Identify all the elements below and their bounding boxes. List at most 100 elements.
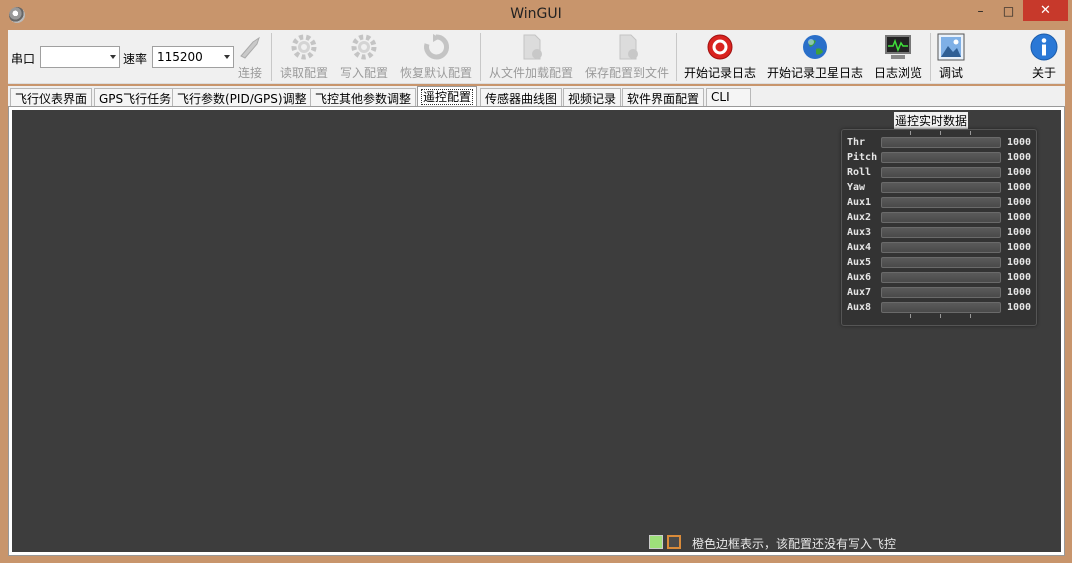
rc-channel-row: Aux6 1000: [847, 270, 1037, 285]
minimize-button[interactable]: –: [967, 0, 994, 21]
rc-channel-bar: [881, 242, 1001, 253]
rc-channel-name: Aux1: [847, 197, 872, 208]
save-to-file-button[interactable]: 保存配置到文件: [581, 32, 673, 84]
rc-channel-bar: [881, 167, 1001, 178]
tab-other-params[interactable]: 飞控其他参数调整: [310, 88, 417, 106]
rc-channel-bar: [881, 152, 1001, 163]
rc-realtime-box: Thr 1000 Pitch 1000 Roll 1000 Yaw 1000 Aux1 1000 A…: [841, 129, 1037, 326]
rc-channel-value: 1000: [1007, 272, 1032, 283]
rc-channel-bar: [881, 212, 1001, 223]
log-browse-button[interactable]: 日志浏览: [870, 32, 926, 84]
rc-channel-bar: [881, 227, 1001, 238]
toolbar-divider: [676, 33, 677, 81]
rc-channel-bar: [881, 272, 1001, 283]
rc-channel-name: Thr: [847, 137, 866, 148]
port-select[interactable]: [40, 46, 120, 68]
rc-channel-row: Aux1 1000: [847, 195, 1037, 210]
rc-channel-row: Yaw 1000: [847, 180, 1037, 195]
restore-default-button[interactable]: 恢复默认配置: [396, 32, 476, 84]
rc-channel-row: Aux5 1000: [847, 255, 1037, 270]
window-title: WinGUI: [510, 6, 562, 22]
about-label: 关于: [1031, 66, 1056, 80]
document-icon: [523, 34, 542, 60]
rc-realtime-title: 遥控实时数据: [894, 112, 968, 129]
rc-channel-row: Aux4 1000: [847, 240, 1037, 255]
rc-channel-row: Aux2 1000: [847, 210, 1037, 225]
rc-channel-value: 1000: [1007, 167, 1032, 178]
rc-channel-name: Roll: [847, 167, 872, 178]
rc-channel-value: 1000: [1007, 242, 1032, 253]
rc-channel-row: Roll 1000: [847, 165, 1037, 180]
connect-button-label: 连接: [237, 66, 262, 80]
toolbar-divider: [271, 33, 272, 81]
rc-channel-value: 1000: [1007, 137, 1032, 148]
load-from-file-button[interactable]: 从文件加载配置: [485, 32, 577, 84]
info-icon: [1030, 33, 1058, 61]
rc-channel-value: 1000: [1007, 257, 1032, 268]
rc-channel-value: 1000: [1007, 302, 1032, 313]
write-config-button[interactable]: 写入配置: [336, 32, 392, 84]
rc-channel-row: Pitch 1000: [847, 150, 1037, 165]
tab-cli[interactable]: CLI: [706, 88, 751, 106]
tab-rc-config-label: 遥控配置: [420, 89, 474, 105]
rc-channel-bar: [881, 137, 1001, 148]
rc-channel-bar: [881, 257, 1001, 268]
document-icon: [619, 34, 638, 60]
plug-icon: [240, 36, 260, 59]
rc-channel-bar: [881, 182, 1001, 193]
tab-flight-instruments[interactable]: 飞行仪表界面: [10, 88, 93, 106]
rc-channel-name: Aux7: [847, 287, 872, 298]
rc-channel-name: Aux2: [847, 212, 872, 223]
title-bar: WinGUI – □ ✕: [0, 0, 1072, 30]
rc-channel-row: Aux8 1000: [847, 300, 1037, 315]
read-config-button[interactable]: 读取配置: [276, 32, 332, 84]
tab-strip: 飞行仪表界面 GPS飞行任务 飞行参数(PID/GPS)调整 飞控其他参数调整 …: [8, 86, 1065, 106]
rc-config-panel: 遥控实时数据 Thr 1000 Pitch 1000 Roll 1000 Yaw 1000 Au…: [12, 110, 1061, 552]
rc-channel-name: Pitch: [847, 152, 878, 163]
rc-channel-name: Yaw: [847, 182, 866, 193]
about-button[interactable]: 关于: [1028, 32, 1060, 84]
port-label: 串口: [11, 52, 36, 66]
baud-label: 速率: [123, 52, 148, 66]
close-button[interactable]: ✕: [1023, 0, 1068, 21]
rc-channel-name: Aux6: [847, 272, 872, 283]
rc-channel-value: 1000: [1007, 227, 1032, 238]
connect-button[interactable]: 连接: [235, 32, 265, 84]
rc-channel-name: Aux8: [847, 302, 872, 313]
record-icon: [707, 34, 733, 60]
tab-sensor-graph[interactable]: 传感器曲线图: [480, 88, 563, 106]
tab-gps-mission[interactable]: GPS飞行任务: [94, 88, 177, 106]
baud-select[interactable]: 115200: [152, 46, 234, 68]
load-from-file-label: 从文件加载配置: [488, 66, 573, 80]
start-sat-log-button[interactable]: 开始记录卫星日志: [763, 32, 867, 84]
tab-content: 遥控实时数据 Thr 1000 Pitch 1000 Roll 1000 Yaw 1000 Au…: [8, 106, 1065, 556]
rc-channel-row: Aux7 1000: [847, 285, 1037, 300]
chevron-down-icon: [110, 55, 116, 59]
rc-channel-value: 1000: [1007, 152, 1032, 163]
debug-button[interactable]: 调试: [934, 32, 968, 84]
rc-channel-value: 1000: [1007, 197, 1032, 208]
app-window: WinGUI – □ ✕ 串口 速率 115200 连接 读取配置 写入配置 恢…: [0, 0, 1072, 563]
restore-default-label: 恢复默认配置: [399, 66, 472, 80]
baud-select-value: 115200: [157, 50, 203, 64]
tab-pid-gps[interactable]: 飞行参数(PID/GPS)调整: [172, 88, 312, 106]
chevron-down-icon: [224, 55, 230, 59]
tab-ui-config[interactable]: 软件界面配置: [622, 88, 705, 106]
gear-icon: [351, 34, 377, 60]
start-log-button[interactable]: 开始记录日志: [681, 32, 759, 84]
start-sat-log-label: 开始记录卫星日志: [766, 66, 863, 80]
legend-text: 橙色边框表示，该配置还没有写入飞控: [692, 537, 897, 551]
tab-video-record[interactable]: 视频记录: [563, 88, 622, 106]
rc-channel-value: 1000: [1007, 287, 1032, 298]
log-browse-label: 日志浏览: [873, 66, 922, 80]
maximize-button[interactable]: □: [995, 0, 1022, 21]
start-log-label: 开始记录日志: [683, 66, 756, 80]
tab-rc-config[interactable]: 遥控配置: [417, 86, 478, 106]
debug-label: 调试: [938, 66, 963, 80]
rc-channel-row: Aux3 1000: [847, 225, 1037, 240]
toolbar: 串口 速率 115200 连接 读取配置 写入配置 恢复默认配置 从文件加载配置…: [8, 30, 1065, 84]
rc-channel-value: 1000: [1007, 182, 1032, 193]
toolbar-divider: [480, 33, 481, 81]
rc-channel-bar: [881, 302, 1001, 313]
save-to-file-label: 保存配置到文件: [584, 66, 669, 80]
